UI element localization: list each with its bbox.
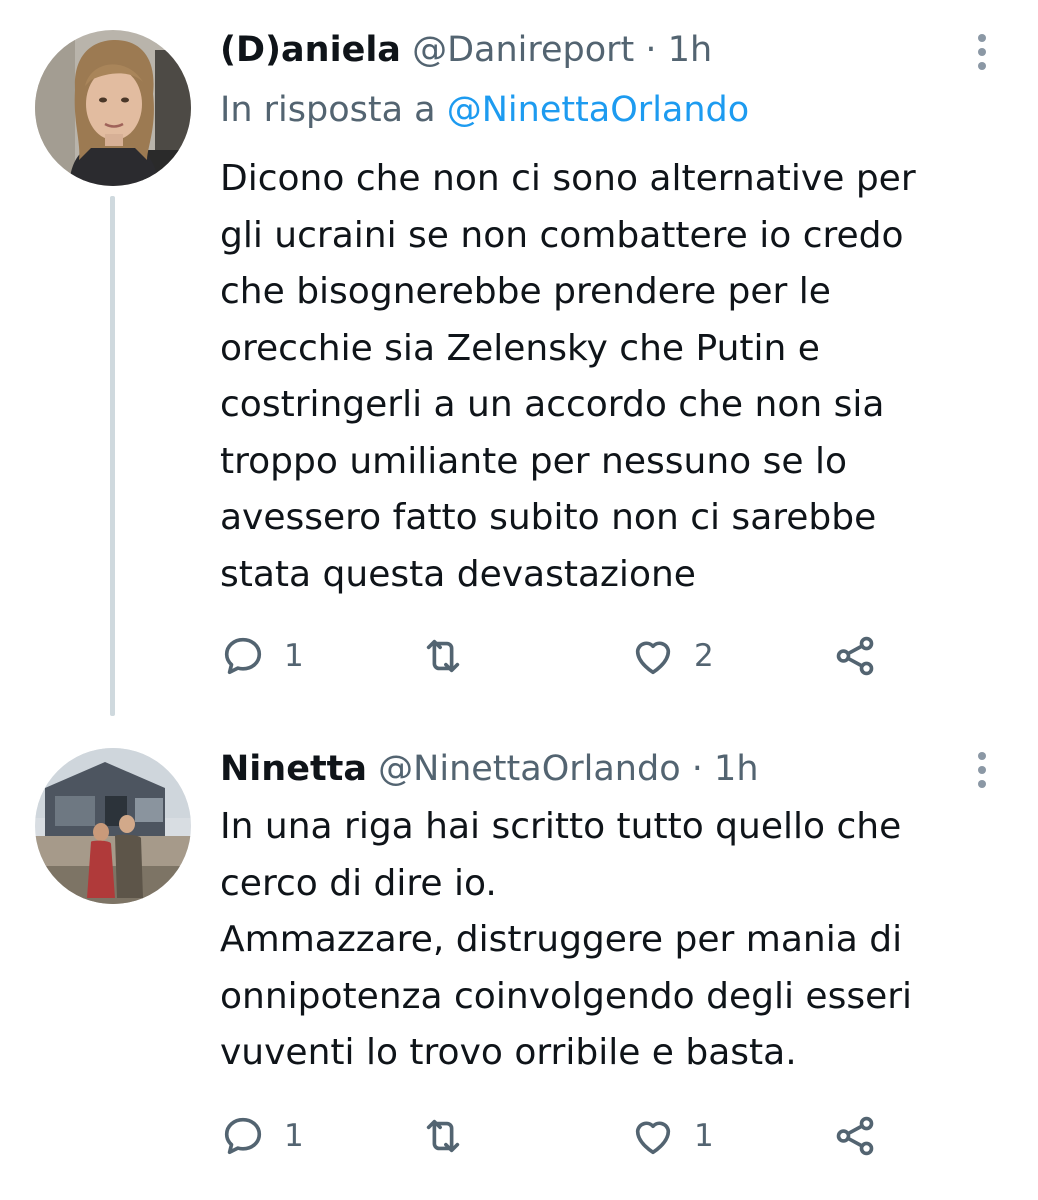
header-separator: · <box>645 30 657 70</box>
tweet-text-line: troppo umiliante per nessuno se lo <box>220 440 847 482</box>
tweet-text-line: avessero fatto subito non ci sarebbe <box>220 497 877 538</box>
share-button[interactable] <box>832 1108 878 1164</box>
share-nodes-icon <box>836 636 874 676</box>
more-dot <box>978 752 986 760</box>
more-options-button[interactable] <box>972 748 992 792</box>
tweet-text: Dicono che non ci sono alternative per g… <box>220 151 1000 603</box>
retweet-button[interactable] <box>420 1108 466 1164</box>
like-count: 1 <box>694 1118 714 1154</box>
display-name[interactable]: (D)aniela <box>220 30 401 70</box>
like-button[interactable]: 1 <box>630 1108 714 1164</box>
display-name[interactable]: Ninetta <box>220 749 367 789</box>
retweet-button[interactable] <box>420 628 466 684</box>
tweet-ninetta[interactable]: Ninetta @NinettaOrlando · 1h In una riga… <box>0 720 1038 1200</box>
more-dot <box>978 780 986 788</box>
tweet-text-line: gli ucraini se non combattere io credo <box>220 214 904 256</box>
reply-button[interactable]: 1 <box>220 1108 304 1164</box>
more-options-button[interactable] <box>972 30 992 74</box>
retweet-arrows-icon <box>426 639 460 673</box>
share-button[interactable] <box>832 628 878 684</box>
user-handle[interactable]: @NinettaOrlando <box>378 749 680 789</box>
tweet-text-line: cerco di dire io. <box>220 862 497 904</box>
tweet-header: Ninetta @NinettaOrlando · 1h <box>220 747 759 791</box>
heart-outline-icon <box>635 641 671 675</box>
tweet-header: (D)aniela @Danireport · 1h <box>220 28 712 72</box>
share-nodes-icon <box>836 1116 874 1156</box>
tweet-text-line: vuventi lo trovo orribile e basta. <box>220 1032 797 1073</box>
avatar-daniela[interactable] <box>35 30 191 186</box>
tweet-time[interactable]: 1h <box>668 30 712 70</box>
tweet-text-line: costringerli a un accordo che non sia <box>220 384 885 425</box>
tweet-daniela[interactable]: (D)aniela @Danireport · 1h In risposta a… <box>0 0 1038 720</box>
thread-connector-line <box>110 196 115 716</box>
avatar-daniela-image <box>35 30 191 186</box>
tweet-text-line: Dicono che non ci sono alternative per <box>220 158 916 199</box>
reply-context: In risposta a @NinettaOrlando <box>220 88 749 132</box>
like-button[interactable]: 2 <box>630 628 714 684</box>
speech-bubble-icon <box>224 637 262 675</box>
tweet-time[interactable]: 1h <box>714 749 758 789</box>
tweet-text-line: onnipotenza coinvolgendo degli esseri <box>220 975 913 1017</box>
more-dot <box>978 48 986 56</box>
header-separator: · <box>691 749 703 789</box>
heart-outline-icon <box>635 1121 671 1155</box>
reply-prefix: In risposta a <box>220 90 436 130</box>
reply-count: 1 <box>284 1118 304 1154</box>
reply-handle-link[interactable]: @NinettaOrlando <box>447 90 749 130</box>
reply-button[interactable]: 1 <box>220 628 304 684</box>
more-dot <box>978 34 986 42</box>
tweet-text-line: In una riga hai scritto tutto quello che <box>220 806 902 847</box>
tweet-actions: 1 2 <box>220 628 1000 684</box>
more-dot <box>978 766 986 774</box>
tweet-text-line: Ammazzare, distruggere per mania di <box>220 919 903 960</box>
like-count: 2 <box>694 638 714 674</box>
speech-bubble-icon <box>224 1117 262 1155</box>
tweet-actions: 1 1 <box>220 1108 1000 1164</box>
tweet-text-line: che bisognerebbe prendere per le <box>220 271 831 312</box>
more-dot <box>978 62 986 70</box>
avatar-ninetta-image <box>35 748 191 904</box>
tweet-text-line: orecchie sia Zelensky che Putin e <box>220 327 820 369</box>
tweet-text: In una riga hai scritto tutto quello che… <box>220 799 1000 1082</box>
reply-count: 1 <box>284 638 304 674</box>
tweet-text-line: stata questa devastazione <box>220 553 696 595</box>
user-handle[interactable]: @Danireport <box>412 30 634 70</box>
avatar-ninetta[interactable] <box>35 748 191 904</box>
retweet-arrows-icon <box>426 1119 460 1153</box>
